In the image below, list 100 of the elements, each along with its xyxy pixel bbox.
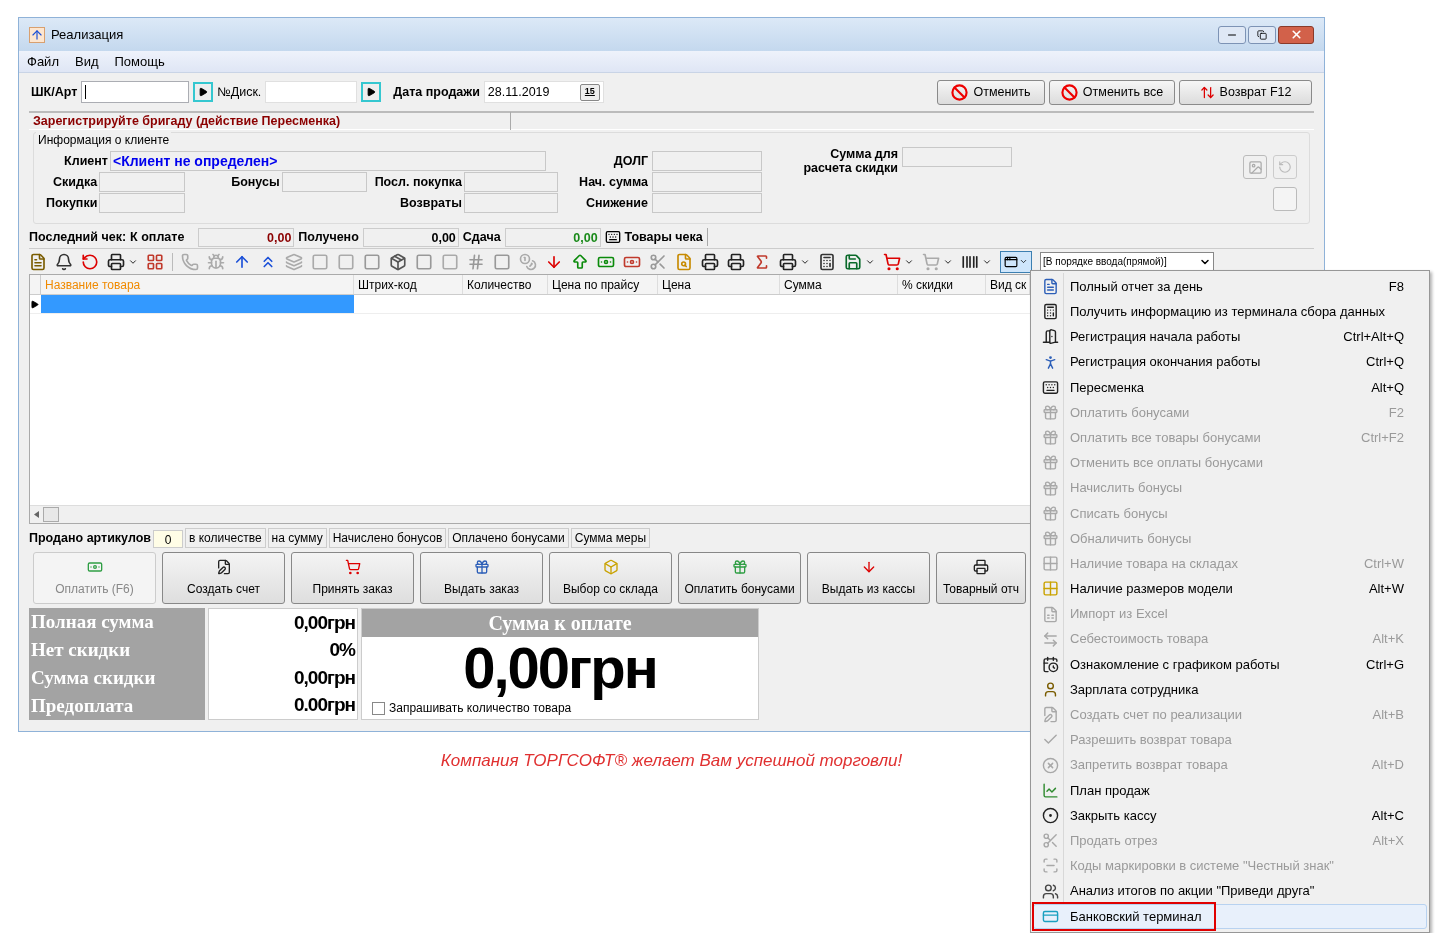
cancel-button[interactable]: Отменить: [937, 79, 1045, 105]
number-icon[interactable]: [467, 252, 485, 271]
amount-field: 0,00: [362, 227, 459, 247]
calendar-button[interactable]: 15: [579, 83, 600, 101]
action-button[interactable]: Выбор со склада: [549, 552, 672, 604]
input-field[interactable]: [652, 193, 762, 213]
grid-icon[interactable]: [146, 252, 164, 271]
action-button[interactable]: Выдать заказ: [420, 552, 543, 604]
input-field[interactable]: [463, 193, 558, 213]
return-button[interactable]: Возврат F12: [1179, 79, 1312, 105]
people-icon: [1041, 882, 1059, 900]
summary-cell: Оплачено бонусами: [448, 528, 569, 548]
refresh-icon[interactable]: [81, 252, 99, 271]
input-field[interactable]: [99, 172, 185, 192]
scrollbar-thumb[interactable]: [43, 507, 59, 522]
total-value: 0,00грн: [294, 666, 355, 689]
column-header[interactable]: Цена по прайсу: [548, 275, 658, 294]
column-header[interactable]: Штрих-код: [354, 275, 463, 294]
card-number-field[interactable]: [265, 81, 358, 103]
gift-icon: [1041, 529, 1059, 547]
shortcut: Alt+C: [1371, 806, 1405, 825]
menu-item[interactable]: План продаж: [1033, 777, 1427, 803]
menu-item[interactable]: Зарплата сотрудника: [1033, 677, 1427, 703]
menu-item[interactable]: Полный отчет за день F8: [1033, 274, 1427, 300]
up-arrow-icon[interactable]: [571, 252, 589, 271]
menu-item[interactable]: Помощь: [114, 51, 165, 72]
square-icon[interactable]: [363, 252, 381, 271]
menu-item[interactable]: Получить информацию из терминала сбора данных: [1033, 299, 1427, 325]
square-icon[interactable]: [441, 252, 459, 271]
bug-icon[interactable]: [207, 252, 225, 271]
save-icon[interactable]: [844, 252, 862, 271]
field-label: Скидка: [52, 173, 98, 191]
arrow-button[interactable]: [361, 82, 382, 102]
square-icon[interactable]: [415, 252, 433, 271]
document-icon[interactable]: [675, 252, 693, 271]
printer-icon[interactable]: [701, 252, 719, 271]
column-header[interactable]: % скидки: [898, 275, 986, 294]
printer-icon[interactable]: [779, 252, 797, 271]
phone-icon[interactable]: [181, 252, 199, 271]
terminal-icon: [1041, 303, 1059, 321]
menu-item[interactable]: Наличие размеров модели Alt+W: [1033, 576, 1427, 602]
field-label: Снижение: [584, 194, 648, 212]
input-field[interactable]: [464, 172, 558, 192]
coins-icon[interactable]: [519, 252, 537, 271]
menu-item[interactable]: Вид: [74, 51, 99, 72]
printer-icon[interactable]: [107, 252, 125, 271]
maximize-button[interactable]: [1248, 25, 1276, 44]
menu-item[interactable]: Банковский терминал: [1033, 903, 1427, 929]
field-label: Посл. покупка: [373, 173, 463, 191]
menu-item[interactable]: Закрыть кассу Alt+C: [1033, 802, 1427, 829]
cancel-button[interactable]: Отменить все: [1049, 79, 1175, 105]
menu-item[interactable]: Регистрация окончания работы Ctrl+Q: [1033, 349, 1427, 375]
square-icon[interactable]: [493, 252, 511, 271]
menu-item[interactable]: Ознакомление с графиком работы Ctrl+G: [1033, 651, 1427, 677]
barcode-field[interactable]: [81, 81, 190, 103]
input-field[interactable]: [652, 151, 762, 171]
square-icon[interactable]: [311, 252, 329, 271]
menu-item[interactable]: Пересменка Alt+Q: [1033, 374, 1427, 400]
input-field[interactable]: [281, 172, 368, 192]
action-button[interactable]: Выдать из кассы: [807, 552, 930, 604]
field-label: Сумма для расчета скидки: [802, 147, 898, 175]
calculator-icon[interactable]: [818, 252, 836, 271]
stack-icon[interactable]: [285, 252, 303, 271]
action-button[interactable]: Создать счет: [162, 552, 285, 604]
amount-due-value: 0,00грн: [462, 637, 658, 699]
minimize-button[interactable]: [1218, 25, 1246, 44]
action-button[interactable]: Оплатить бонусами: [678, 552, 801, 604]
field-label: Нач. сумма: [578, 173, 648, 191]
field-label: К оплате: [130, 228, 185, 246]
square-icon[interactable]: [337, 252, 355, 271]
input-field[interactable]: [652, 172, 762, 192]
printer-icon[interactable]: [727, 252, 745, 271]
menu-item[interactable]: Файл: [27, 51, 59, 72]
menu-toggle-button[interactable]: [1000, 250, 1032, 273]
column-header[interactable]: Цена: [658, 275, 780, 294]
action-button[interactable]: Товарный отч: [936, 552, 1026, 604]
column-header[interactable]: Сумма: [780, 275, 898, 294]
field-label: Возвраты: [399, 194, 462, 212]
date-field[interactable]: 28.11.2019 15: [483, 81, 604, 103]
error-icon: [1041, 756, 1059, 774]
summary-cell: Сумма меры: [570, 528, 651, 548]
left-arrow-icon[interactable]: [34, 511, 39, 518]
column-header[interactable]: Количество: [463, 275, 548, 294]
bell-icon[interactable]: [55, 252, 73, 271]
menu-item[interactable]: Регистрация начала работы Ctrl+Alt+Q: [1033, 324, 1427, 350]
input-field[interactable]: <Клиент не определен>: [110, 151, 546, 171]
shortcut: F2: [1388, 403, 1405, 422]
cart-icon[interactable]: [883, 252, 901, 271]
checkbox[interactable]: [372, 701, 385, 715]
scissors-icon[interactable]: [649, 252, 667, 271]
field-label: Дата продажи: [393, 83, 480, 101]
input-field[interactable]: [99, 193, 185, 213]
input-field[interactable]: [902, 147, 1012, 167]
menu-item[interactable]: Анализ итогов по акции "Приведи друга": [1033, 878, 1427, 904]
document-icon[interactable]: [29, 252, 47, 271]
sort-order-select[interactable]: [В порядке ввода(прямой)]: [1040, 251, 1214, 272]
action-button[interactable]: Принять заказ: [291, 552, 414, 604]
close-button[interactable]: [1278, 25, 1314, 44]
arrow-button[interactable]: [193, 82, 214, 102]
box-icon[interactable]: [389, 252, 407, 271]
